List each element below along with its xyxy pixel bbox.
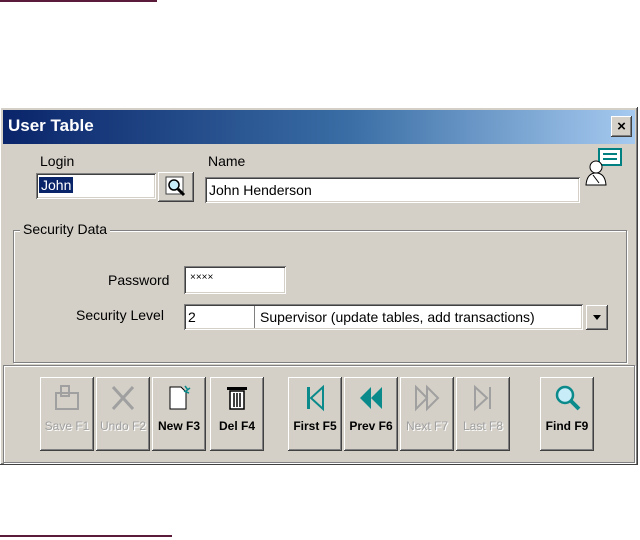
window-title: User Table [8,116,94,135]
password-input[interactable]: ×××× [184,266,286,294]
login-lookup-button[interactable] [158,172,194,202]
login-value: John [39,177,74,193]
security-level-label: Security Level [76,307,164,323]
user-card-icon [585,148,622,186]
next-record-button[interactable]: Next F7 [400,377,454,451]
security-level-description: Supervisor (update tables, add transacti… [260,309,535,325]
save-button-label: Save F1 [44,419,90,433]
new-button-label: New F3 [157,419,200,433]
decorative-line-top [0,0,157,2]
prev-record-button[interactable]: Prev F6 [344,377,398,451]
close-button[interactable]: × [611,116,632,137]
next-record-button-label: Next F7 [405,419,448,433]
security-level-code: 2 [188,309,196,325]
user-table-window: User Table × Login John Name John Hender… [0,107,638,465]
decorative-line-bottom [0,535,172,537]
first-record-icon [307,384,324,412]
prev-record-button-label: Prev F6 [349,419,393,433]
find-icon [555,385,581,411]
new-button[interactable]: New F3 [152,377,206,451]
undo-button-label: Undo F2 [99,419,147,433]
chevron-down-icon [593,315,601,320]
new-record-icon [169,385,191,410]
name-label: Name [208,153,246,169]
find-button-label: Find F9 [545,419,589,433]
delete-button[interactable]: Del F4 [210,377,264,451]
undo-icon [111,385,135,411]
save-icon [55,385,79,410]
name-input[interactable]: John Henderson [205,177,580,203]
password-value: ×××× [190,272,214,283]
first-record-button[interactable]: First F5 [288,377,342,451]
save-button[interactable]: Save F1 [40,377,94,451]
last-record-icon [474,384,491,412]
security-data-legend: Security Data [20,221,111,237]
last-record-button-label: Last F8 [462,419,504,433]
login-label: Login [40,153,75,169]
security-level-dropdown-button[interactable] [586,305,608,330]
first-record-button-label: First F5 [293,419,337,433]
password-label: Password [108,272,170,288]
next-record-icon [415,384,440,412]
magnifier-icon [165,176,186,197]
trash-icon [227,387,247,410]
delete-button-label: Del F4 [218,419,255,433]
prev-record-icon [360,387,382,409]
last-record-button[interactable]: Last F8 [456,377,510,451]
find-button[interactable]: Find F9 [540,377,594,451]
undo-button[interactable]: Undo F2 [96,377,150,451]
security-data-group [13,230,627,363]
title-bar[interactable]: User Table × [3,110,635,144]
login-input[interactable]: John [36,173,156,199]
name-value: John Henderson [209,182,312,198]
security-level-select[interactable]: 2 Supervisor (update tables, add transac… [184,304,583,330]
